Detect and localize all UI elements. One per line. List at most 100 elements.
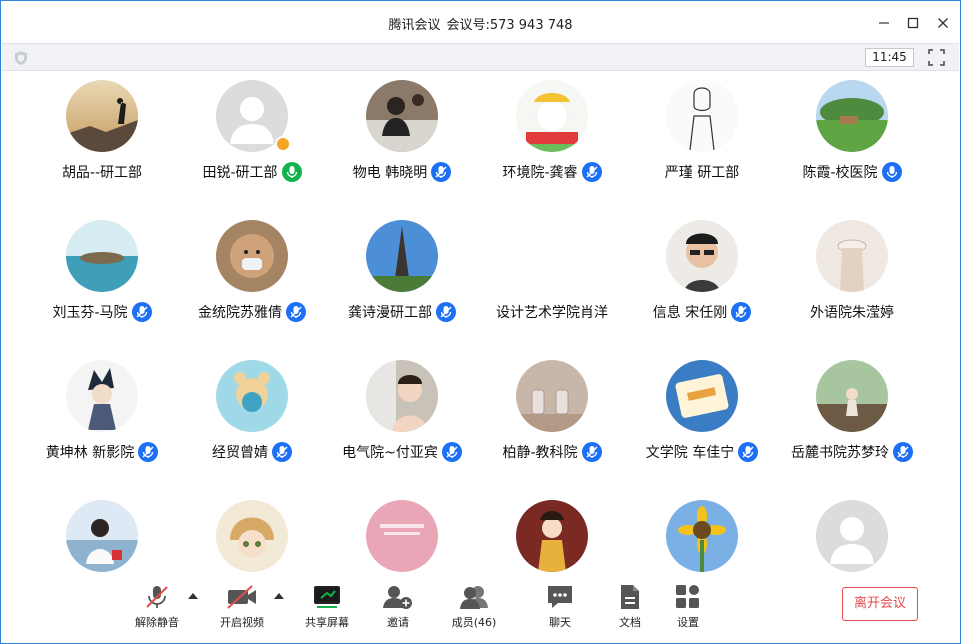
- participant-tile[interactable]: 刘玉芬-马院: [27, 212, 177, 342]
- participant-name: 黄坤林 新影院: [45, 445, 135, 461]
- participant-tile[interactable]: [627, 492, 777, 572]
- mic-muted-icon: [436, 302, 456, 322]
- participant-name: 物电 韩晓明: [352, 165, 428, 181]
- settings-button[interactable]: 设置: [653, 580, 723, 636]
- participant-tile[interactable]: 岳麓书院苏梦玲: [777, 352, 927, 482]
- avatar: [216, 500, 288, 572]
- mic-muted-icon: [581, 442, 602, 462]
- members-label: 成员(46): [451, 616, 497, 629]
- participant-tile[interactable]: 环境院-龚睿: [477, 72, 627, 202]
- minimize-icon: [879, 22, 889, 24]
- app-name: 腾讯会议: [388, 18, 441, 33]
- participant-name: 刘玉芬-马院: [52, 305, 128, 321]
- mic-muted-icon: [581, 162, 602, 182]
- avatar: [366, 360, 438, 432]
- invite-button[interactable]: 邀请: [363, 580, 433, 636]
- avatar: [666, 80, 738, 152]
- start-video-label: 开启视频: [220, 616, 264, 629]
- participant-tile[interactable]: [27, 492, 177, 572]
- participant-tile[interactable]: 经贸曾婧: [177, 352, 327, 482]
- meeting-toolbar: 解除静音 开启视频 共享屏幕 邀请 成员(46) 聊天 文档 设置 离开会议: [2, 572, 959, 642]
- participant-name: 陈霞-校医院: [802, 165, 878, 181]
- participant-tile[interactable]: 电气院~付亚宾: [327, 352, 477, 482]
- mic-on-icon: [281, 162, 302, 182]
- participant-name: 经贸曾婧: [212, 445, 268, 461]
- avatar: [216, 220, 288, 292]
- avatar: [66, 220, 138, 292]
- fullscreen-icon[interactable]: [928, 49, 945, 66]
- participant-tile[interactable]: 外语院朱滢婷: [777, 212, 927, 342]
- participant-tile[interactable]: 信息 宋任刚: [627, 212, 777, 342]
- avatar: [66, 500, 138, 572]
- avatar: [66, 80, 138, 152]
- unmute-button[interactable]: 解除静音: [122, 580, 192, 636]
- participant-name: 田锐-研工部: [202, 165, 278, 181]
- participant-tile[interactable]: 物电 韩晓明: [327, 72, 477, 202]
- settings-label: 设置: [677, 616, 699, 629]
- avatar: [816, 80, 888, 152]
- participant-tile[interactable]: 胡品--研工部: [27, 72, 177, 202]
- unmute-label: 解除静音: [135, 616, 179, 629]
- close-button[interactable]: [930, 11, 956, 35]
- caret-up-icon[interactable]: [272, 590, 286, 602]
- avatar: [816, 500, 888, 572]
- start-video-button[interactable]: 开启视频: [207, 580, 277, 636]
- avatar: [516, 500, 588, 572]
- meeting-id: 573 943 748: [489, 18, 573, 33]
- participant-name: 信息 宋任刚: [652, 305, 728, 321]
- participant-tile[interactable]: [327, 492, 477, 572]
- avatar: [216, 360, 288, 432]
- avatar: [666, 500, 738, 572]
- maximize-button[interactable]: [900, 11, 926, 35]
- participant-tile[interactable]: 柏静-教科院: [477, 352, 627, 482]
- participant-name: 严瑾 研工部: [664, 165, 740, 181]
- maximize-icon: [907, 17, 919, 29]
- mic-muted-icon: [131, 302, 152, 322]
- meeting-id-label: 会议号:: [446, 18, 490, 33]
- participant-tile[interactable]: [777, 492, 927, 572]
- participant-name: 柏静-教科院: [502, 445, 578, 461]
- add-user-icon: [383, 586, 412, 609]
- participant-name: 环境院-龚睿: [502, 165, 578, 181]
- participant-tile[interactable]: 设计艺术学院肖洋: [477, 212, 627, 342]
- share-screen-button[interactable]: 共享屏幕: [292, 580, 362, 636]
- participant-tile[interactable]: 田锐-研工部: [177, 72, 327, 202]
- shield-icon[interactable]: [12, 49, 30, 67]
- avatar: [816, 360, 888, 432]
- chat-button[interactable]: 聊天: [525, 580, 595, 636]
- participant-tile[interactable]: 陈霞-校医院: [777, 72, 927, 202]
- mic-muted-icon: [146, 586, 168, 608]
- avatar: [366, 500, 438, 572]
- mic-muted-icon: [138, 442, 159, 462]
- participant-name: 龚诗漫研工部: [348, 305, 432, 321]
- participant-tile[interactable]: 文学院 车佳宁: [627, 352, 777, 482]
- participant-tile[interactable]: 严瑾 研工部: [627, 72, 777, 202]
- host-badge-icon: [275, 136, 291, 152]
- chat-label: 聊天: [549, 616, 571, 629]
- participant-tile[interactable]: 黄坤林 新影院: [27, 352, 177, 482]
- participant-name: 外语院朱滢婷: [810, 305, 894, 321]
- chat-icon: [548, 586, 572, 608]
- minimize-button[interactable]: [871, 11, 897, 35]
- meeting-timer: 11:45: [865, 48, 914, 67]
- members-button[interactable]: 成员(46): [439, 580, 509, 636]
- participant-tile[interactable]: 金统院苏雅倩: [177, 212, 327, 342]
- avatar: [816, 220, 888, 292]
- caret-up-icon[interactable]: [186, 590, 200, 602]
- participant-tile[interactable]: 龚诗漫研工部: [327, 212, 477, 342]
- participant-name: 胡品--研工部: [61, 165, 143, 181]
- title-bar: 腾讯会议 会议号:573 943 748: [1, 1, 960, 43]
- mic-muted-icon: [431, 162, 452, 182]
- participant-grid: 胡品--研工部 田锐-研工部 物电 韩晓明 环境院-龚睿 严瑾 研工部 陈霞-校…: [2, 72, 959, 572]
- settings-grid-icon: [676, 585, 699, 608]
- participant-tile[interactable]: [177, 492, 327, 572]
- avatar: [666, 220, 738, 292]
- members-icon: [460, 586, 488, 609]
- mic-on-icon: [881, 162, 902, 182]
- leave-meeting-button[interactable]: 离开会议: [842, 587, 918, 621]
- window-title: 腾讯会议 会议号:573 943 748: [1, 14, 960, 33]
- share-screen-label: 共享屏幕: [305, 616, 349, 629]
- avatar: [366, 80, 438, 152]
- document-icon: [621, 585, 639, 609]
- participant-tile[interactable]: [477, 492, 627, 572]
